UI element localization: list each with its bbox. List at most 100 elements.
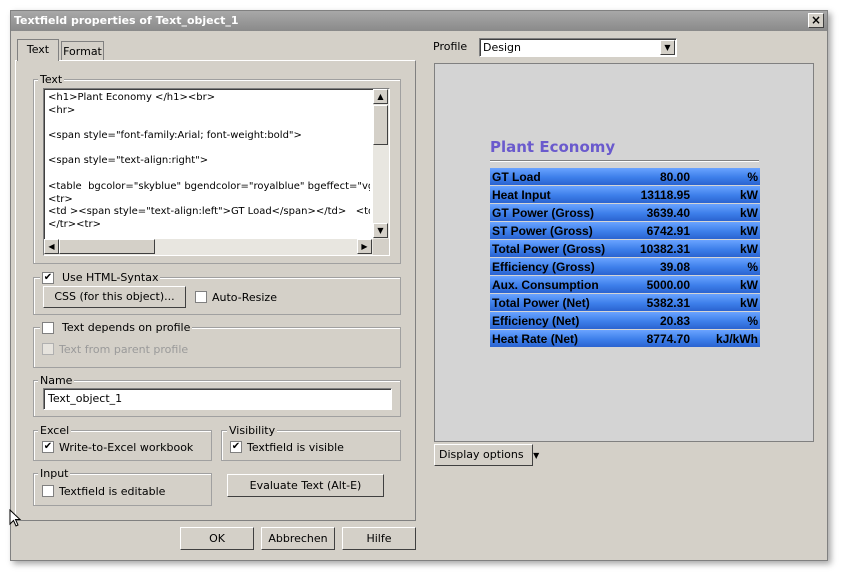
name-group-label: Name	[38, 374, 75, 387]
preview-area: Plant Economy GT Load 80.00% Heat Input 131…	[434, 63, 814, 442]
input-group-label: Input	[38, 467, 71, 480]
preview-cell-value: 20.83	[616, 312, 692, 329]
profile-label: Profile	[433, 40, 468, 53]
profile-select[interactable]: Design ▼	[479, 38, 677, 57]
title-bar[interactable]: Textfield properties of Text_object_1 ×	[11, 11, 827, 31]
preview-cell-label: Efficiency (Gross)	[490, 258, 616, 275]
preview-row: Heat Input 13118.95 kW	[490, 186, 760, 203]
profile-selected-value: Design	[483, 41, 521, 54]
preview-cell-value: 8774.70	[616, 330, 692, 347]
arrow-up-icon: ▲	[377, 92, 384, 101]
depends-on-profile-label: Text depends on profile	[62, 321, 191, 334]
scroll-left-button[interactable]: ◀	[44, 239, 59, 254]
parent-profile-checkbox[interactable]	[42, 343, 54, 355]
preview-cell-unit: kW	[692, 276, 760, 293]
horizontal-scrollbar[interactable]: ◀ ▶	[44, 239, 373, 255]
preview-rule	[490, 160, 759, 162]
preview-row: Heat Rate (Net) 8774.70 kJ/kWh	[490, 330, 760, 347]
preview-table-clip: GT Load 80.00% Heat Input 13118.95 kW GT Powe…	[490, 167, 760, 348]
preview-cell-value: 39.08	[616, 258, 692, 275]
tab-text-label: Text	[26, 43, 50, 56]
close-icon: ×	[810, 13, 822, 27]
textfield-visible-label: Textfield is visible	[247, 441, 344, 454]
preview-row: GT Power (Gross) 3639.40 kW	[490, 204, 760, 221]
code-line: <td ><span style="text-align:left">GT Lo…	[48, 206, 370, 218]
code-line: <tr>	[48, 193, 73, 205]
text-editor-content: <h1>Plant Economy </h1><br> <hr> <span sty…	[48, 92, 370, 235]
depends-on-profile-checkbox[interactable]	[42, 322, 54, 334]
code-line: <h1>Plant Economy </h1><br>	[48, 92, 216, 103]
preview-cell-unit: kW	[692, 294, 760, 311]
tab-text[interactable]: Text	[17, 39, 59, 61]
display-options-button[interactable]: Display options ▼	[434, 444, 539, 466]
preview-cell-unit: kJ/kWh	[692, 330, 760, 347]
preview-cell-unit: %	[692, 312, 760, 329]
preview-cell-value: 6742.91	[616, 222, 692, 239]
preview-row: GT Load 80.00%	[490, 168, 760, 185]
preview-cell-value: 5382.31	[616, 294, 692, 311]
check-icon: ✔	[231, 441, 241, 452]
preview-row: Aux. Consumption 5000.00 kW	[490, 276, 760, 293]
code-line: <span style="text-align:right">	[48, 155, 209, 167]
preview-cell-value: 13118.95	[616, 186, 692, 203]
chevron-down-icon: ▼	[664, 43, 671, 52]
preview-cell-label: GT Load	[490, 168, 616, 185]
preview-cell-value: 80.00	[616, 168, 692, 185]
textfield-visible-checkbox[interactable]: ✔	[230, 441, 242, 453]
ok-button[interactable]: OK	[180, 527, 254, 550]
code-line: </tr><tr>	[48, 218, 101, 230]
preview-cell-label: Aux. Consumption	[490, 276, 616, 293]
help-button[interactable]: Hilfe	[342, 527, 416, 550]
scroll-right-button[interactable]: ▶	[357, 239, 372, 254]
textfield-editable-checkbox[interactable]	[42, 485, 54, 497]
preview-cell-label: Efficiency (Net)	[490, 312, 616, 329]
code-line: <table bgcolor="skyblue" bgendcolor="roy…	[48, 180, 370, 192]
scroll-down-button[interactable]: ▼	[373, 223, 388, 238]
display-options-label: Display options	[439, 448, 524, 461]
evaluate-text-button[interactable]: Evaluate Text (Alt-E)	[227, 474, 384, 497]
name-input[interactable]: Text_object_1	[43, 388, 392, 410]
cancel-button[interactable]: Abbrechen	[261, 527, 335, 550]
vertical-scroll-thumb[interactable]	[373, 105, 388, 145]
use-html-syntax[interactable]: ✔ Use HTML-Syntax	[40, 271, 161, 285]
close-button[interactable]: ×	[808, 13, 824, 28]
preview-cell-label: GT Power (Gross)	[490, 204, 616, 221]
resize-grip[interactable]	[373, 239, 389, 255]
preview-cell-label: Heat Input	[490, 186, 616, 203]
check-icon: ✔	[43, 272, 53, 283]
auto-resize-checkbox[interactable]	[195, 291, 207, 303]
text-depends-on-profile[interactable]: Text depends on profile	[40, 321, 193, 335]
write-to-excel-label: Write-to-Excel workbook	[59, 441, 194, 454]
preview-cell-unit: %	[692, 168, 760, 185]
preview-row: Efficiency (Net) 20.83%	[490, 312, 760, 329]
excel-group-label: Excel	[38, 424, 72, 437]
preview-cell-label: Heat Rate (Net)	[490, 330, 616, 347]
parent-profile-label: Text from parent profile	[59, 343, 189, 356]
tab-format[interactable]: Format	[61, 41, 104, 60]
preview-cell-label: Total Power (Gross)	[490, 240, 616, 257]
text-editor[interactable]: <h1>Plant Economy </h1><br> <hr> <span sty…	[43, 88, 390, 256]
visibility-group-label: Visibility	[227, 424, 278, 437]
css-button[interactable]: CSS (for this object)...	[43, 286, 186, 308]
preview-cell-value: 3639.40	[616, 204, 692, 221]
vertical-scrollbar[interactable]: ▲ ▼	[373, 89, 389, 239]
check-icon: ✔	[43, 441, 53, 452]
horizontal-scroll-thumb[interactable]	[59, 239, 155, 254]
scroll-up-button[interactable]: ▲	[373, 89, 388, 104]
arrow-down-icon: ▼	[377, 226, 384, 235]
profile-dropdown-button[interactable]: ▼	[660, 40, 675, 55]
preview-cell-value: 5000.00	[616, 276, 692, 293]
chevron-down-icon: ▼	[533, 451, 540, 460]
write-to-excel-checkbox[interactable]: ✔	[42, 441, 54, 453]
arrow-right-icon: ▶	[361, 242, 368, 251]
textfield-editable-label: Textfield is editable	[59, 485, 166, 498]
preview-cell-label: ST Power (Gross)	[490, 222, 616, 239]
mouse-cursor-icon	[9, 509, 22, 527]
preview-cell-unit: kW	[692, 222, 760, 239]
preview-cell-unit: %	[692, 258, 760, 275]
use-html-label: Use HTML-Syntax	[62, 271, 159, 284]
use-html-checkbox[interactable]: ✔	[42, 272, 54, 284]
arrow-left-icon: ◀	[48, 242, 55, 251]
